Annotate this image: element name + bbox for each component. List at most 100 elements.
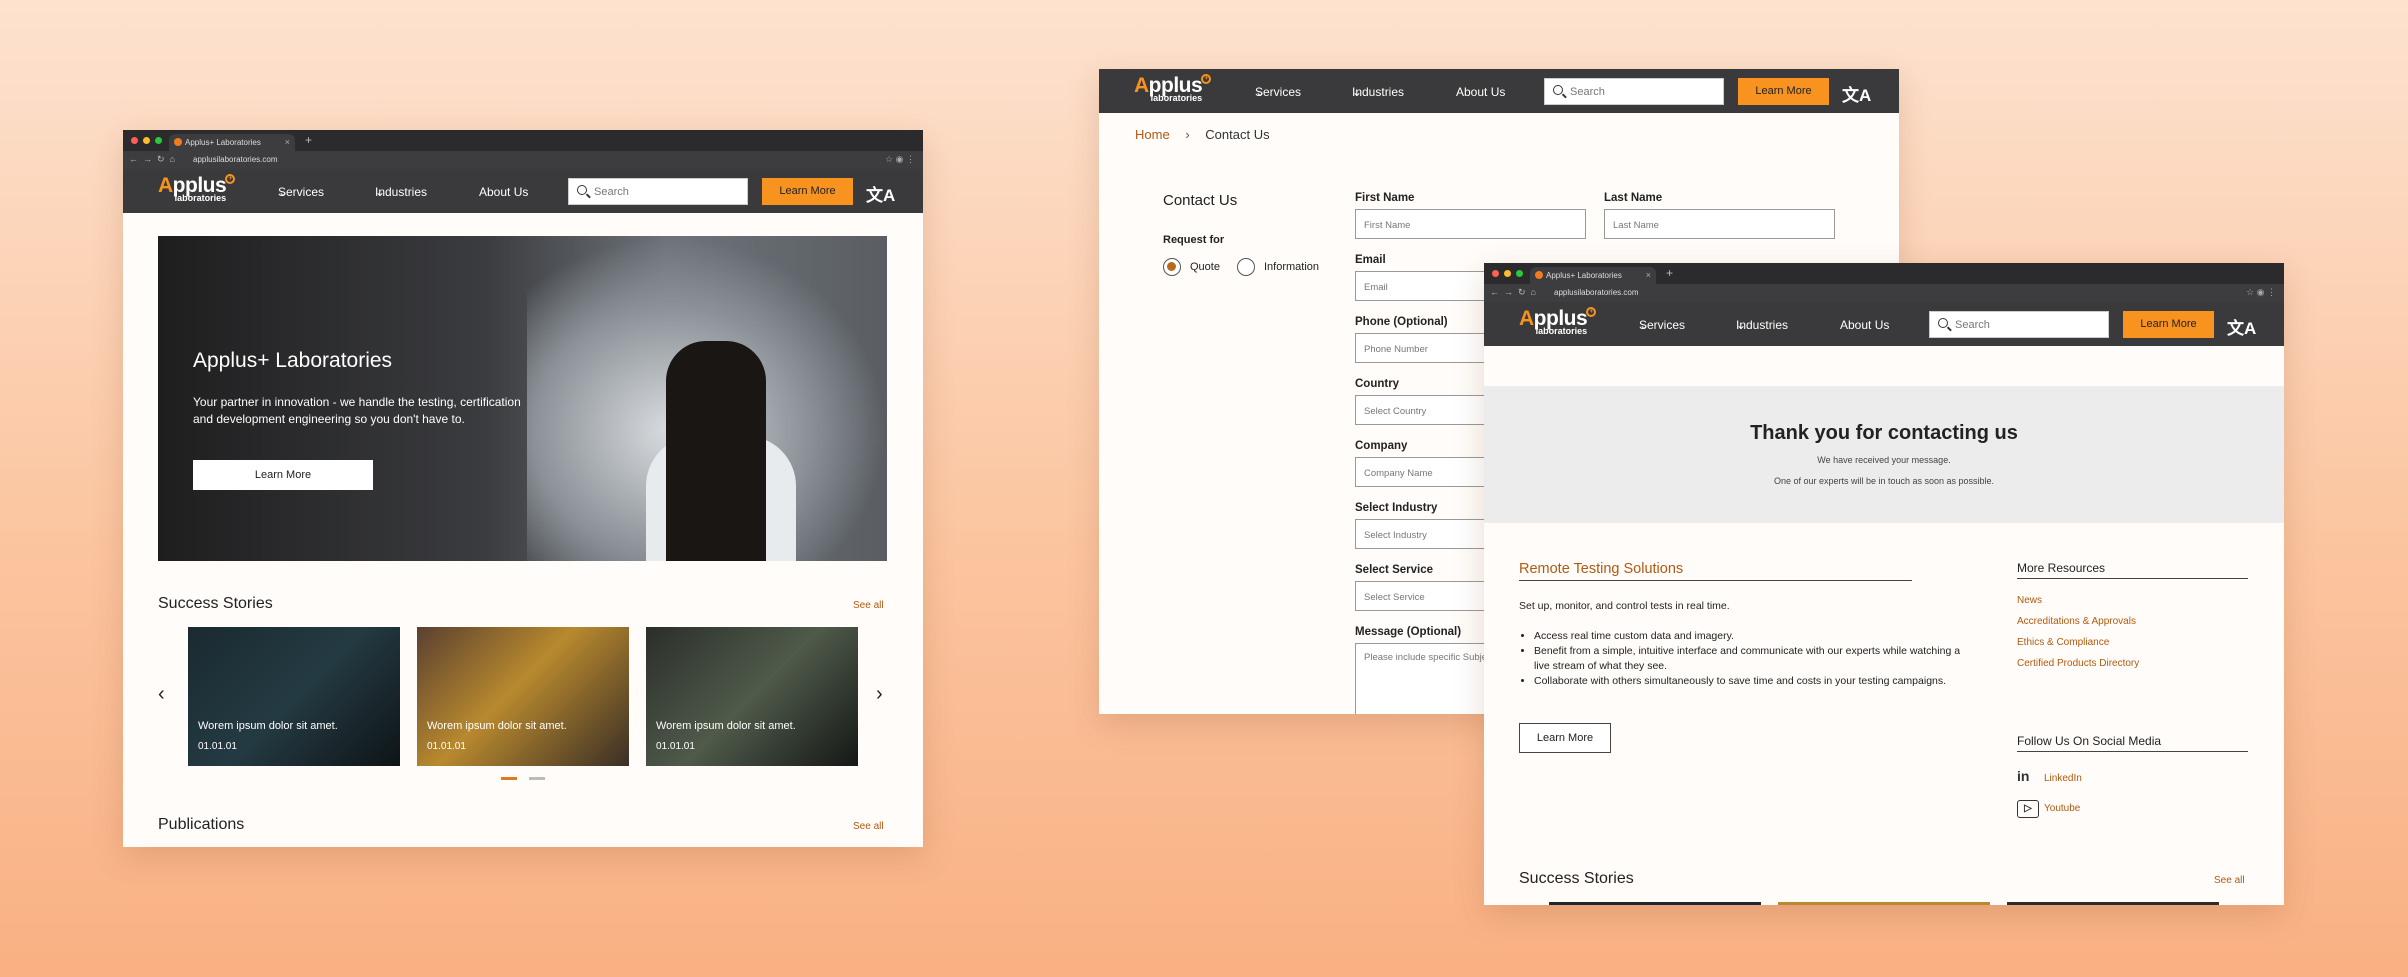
tab-title: Applus+ Laboratories: [185, 138, 261, 147]
more-resources-title: More Resources: [2017, 561, 2248, 579]
nav-arrows-icon[interactable]: ←→↻⌂: [129, 154, 180, 165]
search-input[interactable]: Search: [1544, 78, 1724, 105]
browser-chrome: Applus+ Laboratories × + ←→↻⌂ applusilabo…: [123, 130, 923, 169]
tab-title: Applus+ Laboratories: [1546, 271, 1622, 280]
linkedin-icon[interactable]: in: [2017, 769, 2039, 787]
success-see-all-link[interactable]: See all: [2214, 875, 2245, 886]
first-name-field[interactable]: First Name: [1355, 209, 1586, 239]
resource-link-accreditations[interactable]: Accreditations & Approvals: [2017, 616, 2136, 627]
nav-services[interactable]: Services ⌄: [1639, 318, 1685, 332]
information-radio[interactable]: [1237, 258, 1255, 276]
industry-label: Select Industry: [1355, 502, 1438, 514]
story-card-preview[interactable]: [1778, 902, 1990, 905]
search-icon: [1938, 318, 1948, 328]
country-label: Country: [1355, 378, 1400, 390]
home-window: Applus+ Laboratories × + ←→↻⌂ applusilabo…: [123, 130, 923, 847]
information-radio-label[interactable]: Information: [1264, 261, 1319, 273]
translate-icon[interactable]: 文A: [2227, 314, 2256, 339]
success-stories-title: Success Stories: [158, 595, 273, 612]
applus-logo[interactable]: Applus + laboratories: [1134, 74, 1212, 103]
new-tab-icon[interactable]: +: [1666, 266, 1673, 280]
nav-about[interactable]: About Us: [1456, 85, 1505, 99]
nav-about[interactable]: About Us: [1840, 318, 1889, 332]
nav-industries[interactable]: Industries ⌄: [1736, 318, 1788, 332]
email-label: Email: [1355, 254, 1386, 266]
learn-more-button[interactable]: Learn More: [762, 178, 853, 205]
search-icon: [1553, 85, 1563, 95]
resource-link-certified[interactable]: Certified Products Directory: [2017, 658, 2139, 669]
breadcrumb-current: Contact Us: [1205, 127, 1270, 142]
translate-icon[interactable]: 文A: [1842, 81, 1871, 106]
story-card[interactable]: Worem ipsum dolor sit amet. 01.01.01: [417, 627, 629, 766]
search-icon: [577, 185, 587, 195]
request-for-label: Request for: [1163, 234, 1225, 246]
learn-more-button[interactable]: Learn More: [2123, 311, 2214, 338]
last-name-label: Last Name: [1604, 192, 1663, 204]
hero-banner: Applus+ Laboratories Your partner in inn…: [158, 236, 887, 561]
pager-dot[interactable]: [529, 777, 545, 780]
url-text[interactable]: applusilaboratories.com: [1554, 288, 1639, 297]
applus-logo[interactable]: Applus + laboratories: [158, 174, 236, 203]
carousel-prev-icon[interactable]: ‹: [158, 683, 165, 706]
thank-you-title: Thank you for contacting us: [1750, 422, 2018, 444]
remote-testing-intro: Set up, monitor, and control tests in re…: [1519, 600, 1730, 612]
quote-radio-label[interactable]: Quote: [1190, 261, 1220, 273]
hero-text: Your partner in innovation - we handle t…: [193, 395, 521, 426]
breadcrumb-home[interactable]: Home: [1135, 127, 1170, 142]
profile-icon[interactable]: ☆ ◉ ⋮: [2246, 287, 2276, 298]
linkedin-link[interactable]: LinkedIn: [2044, 773, 2082, 784]
browser-tab[interactable]: Applus+ Laboratories ×: [169, 134, 295, 151]
story-card-preview[interactable]: [1549, 902, 1761, 905]
learn-more-button[interactable]: Learn More: [1738, 78, 1829, 105]
remote-learn-more-button[interactable]: Learn More: [1519, 723, 1611, 753]
address-bar[interactable]: ←→↻⌂ applusilaboratories.com ☆ ◉ ⋮: [1484, 284, 2284, 302]
new-tab-icon[interactable]: +: [305, 133, 312, 147]
nav-arrows-icon[interactable]: ←→↻⌂: [1490, 287, 1541, 298]
window-controls[interactable]: [131, 137, 162, 144]
nav-industries[interactable]: Industries ⌄: [1352, 85, 1404, 99]
translate-icon[interactable]: 文A: [866, 181, 895, 206]
last-name-field[interactable]: Last Name: [1604, 209, 1835, 239]
url-text[interactable]: applusilaboratories.com: [193, 155, 278, 164]
search-input[interactable]: Search: [568, 178, 748, 205]
nav-services[interactable]: Services ⌄: [278, 185, 324, 199]
thank-you-line2: One of our experts will be in touch as s…: [1773, 476, 1995, 486]
success-stories-title: Success Stories: [1519, 870, 1634, 887]
carousel-next-icon[interactable]: ›: [876, 683, 883, 706]
remote-testing-bullets: Access real time custom data and imagery…: [1519, 629, 1969, 689]
story-card-preview[interactable]: [2007, 902, 2219, 905]
close-tab-icon[interactable]: ×: [285, 137, 290, 147]
company-label: Company: [1355, 440, 1408, 452]
favicon-icon: [174, 138, 182, 146]
quote-radio[interactable]: [1163, 258, 1181, 276]
youtube-icon[interactable]: ▷: [2017, 800, 2039, 818]
success-see-all-link[interactable]: See all: [853, 600, 884, 611]
story-card[interactable]: Worem ipsum dolor sit amet. 01.01.01: [188, 627, 400, 766]
youtube-link[interactable]: Youtube: [2044, 803, 2080, 814]
hero-title: Applus+ Laboratories: [193, 349, 393, 372]
nav-about[interactable]: About Us: [479, 185, 528, 199]
resource-link-news[interactable]: News: [2017, 595, 2042, 606]
browser-chrome: Applus+ Laboratories × + ←→↻⌂ applusilabo…: [1484, 263, 2284, 302]
profile-icon[interactable]: ☆ ◉ ⋮: [885, 154, 915, 165]
address-bar[interactable]: ←→↻⌂ applusilaboratories.com ☆ ◉ ⋮: [123, 151, 923, 169]
applus-logo[interactable]: Applus + laboratories: [1519, 307, 1597, 336]
story-card[interactable]: Worem ipsum dolor sit amet. 01.01.01: [646, 627, 858, 766]
window-controls[interactable]: [1492, 270, 1523, 277]
bullet-item: Benefit from a simple, intuitive interfa…: [1534, 644, 1969, 674]
scientist-hair: [666, 341, 766, 561]
search-input[interactable]: Search: [1929, 311, 2109, 338]
publications-title: Publications: [158, 816, 245, 833]
browser-tab[interactable]: Applus+ Laboratories ×: [1530, 267, 1656, 284]
thank-you-line1: We have received your message.: [1817, 455, 1951, 465]
resource-link-ethics[interactable]: Ethics & Compliance: [2017, 637, 2109, 648]
nav-industries[interactable]: Industries ⌄: [375, 185, 427, 199]
hero-learn-more-button[interactable]: Learn More: [193, 460, 373, 490]
service-label: Select Service: [1355, 564, 1434, 576]
remote-testing-title: Remote Testing Solutions: [1519, 561, 1912, 581]
nav-services[interactable]: Services ⌄: [1255, 85, 1301, 99]
close-tab-icon[interactable]: ×: [1646, 270, 1651, 280]
pager-dot-active[interactable]: [501, 777, 517, 780]
publications-see-all-link[interactable]: See all: [853, 821, 884, 832]
site-header: Applus + laboratories Services ⌄ Industrie…: [123, 169, 923, 213]
